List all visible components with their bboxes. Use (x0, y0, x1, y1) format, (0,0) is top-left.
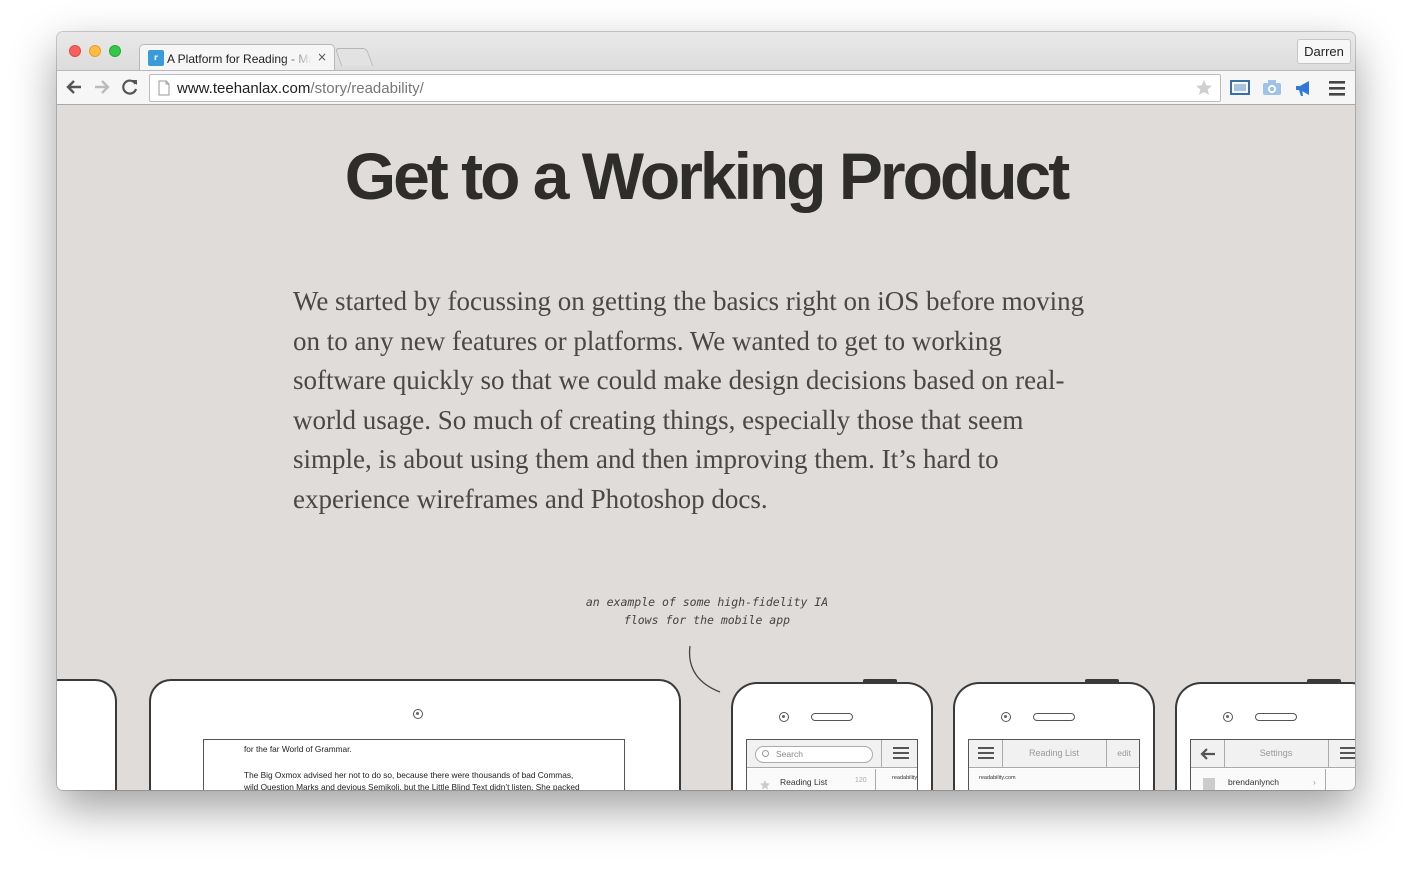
hamburger-menu-icon (1329, 81, 1345, 96)
divider (1328, 740, 1329, 768)
earpiece (811, 713, 853, 721)
callout-line (688, 645, 721, 693)
minimize-window-button[interactable] (89, 45, 101, 57)
favicon-icon: r (148, 50, 164, 66)
divider (875, 769, 876, 790)
zoom-window-button[interactable] (109, 45, 121, 57)
phone-nav-bar: Settings (1191, 740, 1355, 768)
tablet-wireframe-partial (57, 679, 117, 790)
phone-nav-bar: Search (747, 740, 917, 768)
tab-active[interactable]: r A Platform for Reading - Making Readab… (139, 44, 335, 71)
document-line: The Big Oxmox advised her not to do so, … (244, 770, 574, 780)
fullscreen-icon (1230, 80, 1250, 95)
handwritten-annotation: an example of some high-fidelity IA flow… (577, 593, 837, 629)
camera-dot (413, 709, 423, 719)
new-tab-button[interactable] (334, 48, 374, 66)
reload-icon (122, 79, 138, 95)
profile-button[interactable]: Darren (1297, 39, 1351, 64)
announce-button[interactable] (1293, 77, 1315, 99)
list-item: Reading List 120 readability (747, 769, 917, 790)
search-placeholder: Search (776, 749, 803, 759)
megaphone-icon (1296, 81, 1309, 96)
power-button (1085, 679, 1119, 683)
tab-close-icon[interactable]: × (317, 50, 327, 64)
avatar (1203, 778, 1215, 790)
forward-button[interactable] (91, 76, 113, 100)
phone-wireframe-list: Reading List edit readability.com (953, 679, 1155, 790)
annotation-line: flows for the mobile app (623, 613, 791, 627)
web-page: Get to a Working Product We started by f… (57, 106, 1355, 790)
url-path: /story/readability/ (310, 80, 424, 97)
camera-dot (779, 712, 789, 722)
divider (881, 740, 882, 768)
list-item-count: 120 (855, 777, 867, 784)
close-window-button[interactable] (69, 45, 81, 57)
power-button (863, 679, 897, 683)
reload-button[interactable] (119, 76, 141, 100)
back-button[interactable] (63, 76, 85, 100)
list-item-source: readability (892, 775, 918, 781)
browser-window: r A Platform for Reading - Making Readab… (57, 32, 1355, 790)
edit-button: edit (1117, 748, 1131, 758)
star-icon (759, 778, 771, 790)
hamburger-icon (1340, 747, 1355, 759)
tablet-wireframe: for the far World of Grammar. The Big Ox… (149, 679, 681, 790)
phone-screen: Settings brendanlynch › (1190, 739, 1355, 790)
menu-button[interactable] (1326, 77, 1348, 99)
page-icon (158, 80, 170, 96)
camera-dot (1223, 712, 1233, 722)
star-icon[interactable] (1194, 78, 1214, 98)
list-item-label: Reading List (780, 777, 828, 787)
url-text: www.teehanlax.com/story/readability/ (177, 80, 424, 97)
earpiece (1255, 713, 1297, 721)
search-field: Search (755, 746, 873, 763)
address-bar[interactable]: www.teehanlax.com/story/readability/ (149, 74, 1221, 102)
body-paragraph: We started by focussing on getting the b… (293, 286, 1085, 514)
document-line: wild Question Marks and devious Semikoli… (244, 782, 580, 790)
nav-title: Settings (1259, 748, 1293, 758)
list-item-source: readability.com (979, 775, 1016, 781)
document-line: for the far World of Grammar. (244, 744, 352, 754)
forward-arrow-icon (95, 80, 110, 94)
tab-title: A Platform for Reading - Making Readabil… (167, 52, 312, 66)
back-arrow-icon (66, 80, 81, 94)
phone-screen: Search Reading List 120 readability (746, 739, 918, 790)
phone-nav-bar: Reading List edit (969, 740, 1139, 768)
list-item: readability.com (969, 769, 1139, 790)
toolbar: www.teehanlax.com/story/readability/ (57, 70, 1355, 105)
hamburger-icon (893, 747, 909, 759)
tab-strip: r A Platform for Reading - Making Readab… (57, 32, 1355, 71)
tablet-screen: for the far World of Grammar. The Big Ox… (203, 739, 625, 790)
screenshot-button[interactable] (1261, 77, 1283, 99)
earpiece (1033, 713, 1075, 721)
fullscreen-button[interactable] (1229, 77, 1251, 99)
url-host: www.teehanlax.com (177, 80, 311, 97)
phone-screen: Reading List edit readability.com (968, 739, 1140, 790)
list-item: brendanlynch › (1191, 769, 1355, 790)
divider (1106, 740, 1107, 768)
annotation-line: an example of some high-fidelity IA (585, 595, 829, 609)
power-button (1307, 679, 1341, 683)
divider (1325, 769, 1326, 790)
list-item-label: brendanlynch (1228, 777, 1280, 787)
phone-wireframe-reading-list: Search Reading List 120 readability (731, 679, 933, 790)
page-headline: Get to a Working Product (344, 139, 1070, 213)
phone-wireframe-settings: Settings brendanlynch › (1175, 679, 1355, 790)
camera-dot (1001, 712, 1011, 722)
chevron-right-icon: › (1313, 777, 1316, 787)
nav-title: Reading List (1028, 748, 1080, 758)
search-icon (762, 750, 769, 757)
camera-icon (1263, 80, 1281, 95)
